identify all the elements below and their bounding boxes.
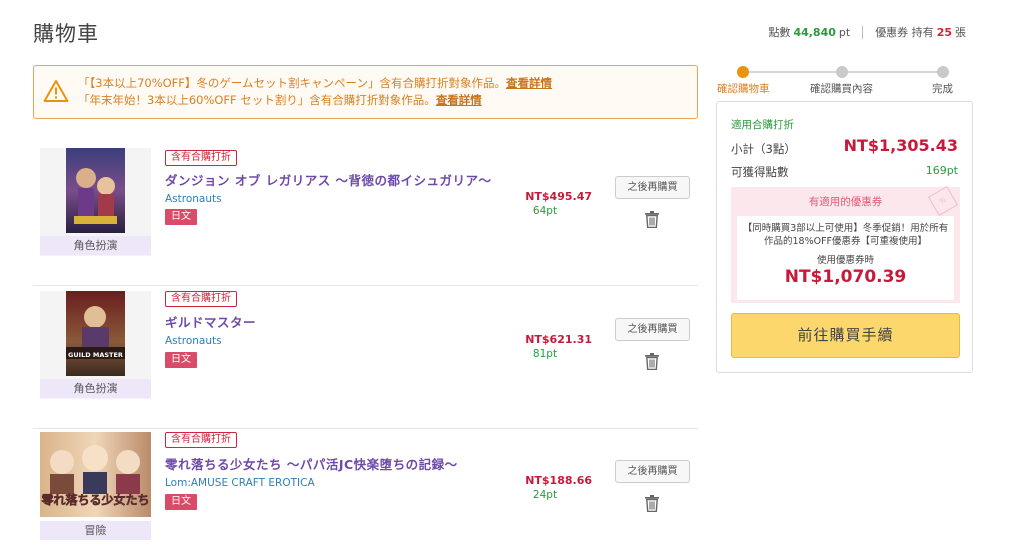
subtotal-value: NT$1,305.43: [843, 136, 958, 155]
step-label-confirm: 確認購買內容: [810, 83, 873, 95]
product-cover-image[interactable]: GUILD MASTER: [66, 291, 125, 376]
coupon-box: 有適用的優惠券 % 【同時購買3部以上可使用】冬季促銷！用於所有作品的18%OF…: [731, 185, 960, 303]
language-badge: 日文: [165, 352, 197, 368]
step-label-complete: 完成: [932, 83, 953, 95]
points-unit: pt: [838, 25, 851, 39]
buy-later-button[interactable]: 之後再購買: [615, 176, 690, 199]
alert-line: 「年末年始！3本以上60%OFF セット割り」含有合購打折對象作品。查看詳情: [78, 92, 552, 109]
cart-item: GUILD MASTER 角色扮演 含有合購打折 ギルドマスター Astrona…: [33, 291, 698, 429]
order-summary: 適用合購打折 小計（3點） NT$1,305.43 可獲得點數 169pt 有適…: [716, 101, 973, 373]
product-price: NT$495.47: [525, 190, 592, 203]
bundle-discount-badge: 含有合購打折: [165, 432, 237, 448]
earn-points-label: 可獲得點數: [731, 165, 789, 179]
item-divider: [33, 285, 698, 286]
language-badge: 日文: [165, 494, 197, 510]
bundle-discount-applied: 適用合購打折: [731, 119, 794, 131]
coupon-title: 有適用的優惠券: [808, 196, 883, 208]
coupon-unit: 張: [955, 26, 966, 39]
trash-icon[interactable]: [644, 211, 660, 228]
coupon-description: 【同時購買3部以上可使用】冬季促銷！用於所有作品的18%OFF優惠券【可重複使用…: [742, 223, 949, 247]
product-points: 64pt: [532, 205, 558, 217]
earn-points-value: 169pt: [925, 164, 958, 177]
genre-tag[interactable]: 冒險: [40, 521, 151, 540]
coupon-count: 25: [936, 25, 952, 39]
genre-tag[interactable]: 角色扮演: [40, 379, 151, 398]
product-maker[interactable]: Astronauts: [165, 335, 222, 347]
product-title[interactable]: ギルドマスター: [165, 312, 256, 331]
step-dot: [836, 66, 848, 78]
step-dot: [937, 66, 949, 78]
item-divider: [33, 428, 698, 429]
bundle-discount-badge: 含有合購打折: [165, 291, 237, 307]
alert-line: 「【3本以上70%OFF】冬のゲームセット割キャンペーン」含有合購打折對象作品。…: [78, 75, 552, 92]
campaign-alert: 「【3本以上70%OFF】冬のゲームセット割キャンペーン」含有合購打折對象作品。…: [33, 65, 698, 119]
coupon-stamp-icon: %: [927, 185, 959, 217]
product-price: NT$621.31: [525, 333, 592, 346]
step-label-cart: 確認購物車: [717, 83, 770, 95]
bundle-discount-badge: 含有合購打折: [165, 150, 237, 166]
alert-detail-link[interactable]: 查看詳情: [506, 76, 552, 90]
cart-item: 零れ落ちる少女たち 冒險 含有合購打折 零れ落ちる少女たち ～パパ活JC快楽堕ち…: [33, 432, 698, 555]
product-maker[interactable]: Lom:AMUSE CRAFT EROTICA: [165, 477, 315, 489]
alert-text: 「【3本以上70%OFF】冬のゲームセット割キャンペーン」含有合購打折對象作品。…: [78, 75, 552, 109]
points-label: 點數: [768, 26, 791, 39]
buy-later-button[interactable]: 之後再購買: [615, 460, 690, 483]
product-cover-image[interactable]: [66, 148, 125, 233]
coupon-use-label: 使用優惠券時: [816, 255, 874, 266]
step-dot-active: [737, 66, 749, 78]
buy-later-button[interactable]: 之後再購買: [615, 318, 690, 341]
page-title: 購物車: [33, 22, 99, 46]
product-thumbnail-frame: 零れ落ちる少女たち: [40, 432, 151, 517]
language-badge: 日文: [165, 209, 197, 225]
subtotal-label: 小計（3點）: [731, 142, 796, 156]
coupon-price: NT$1,070.39: [784, 267, 907, 287]
trash-icon[interactable]: [644, 495, 660, 512]
product-cover-image[interactable]: 零れ落ちる少女たち: [40, 432, 151, 517]
product-points: 24pt: [532, 489, 558, 501]
checkout-steps: 確認購物車 確認購買內容 完成: [716, 65, 973, 95]
points-value: 44,840: [793, 25, 836, 39]
warning-icon: [43, 80, 69, 102]
product-maker[interactable]: Astronauts: [165, 193, 222, 205]
cover-logo-text: 零れ落ちる少女たち: [40, 492, 149, 507]
coupon-card: 【同時購買3部以上可使用】冬季促銷！用於所有作品的18%OFF優惠券【可重複使用…: [737, 216, 954, 300]
product-price: NT$188.66: [525, 474, 592, 487]
header-divider: [862, 25, 864, 39]
checkout-button[interactable]: 前往購買手續: [731, 313, 960, 358]
genre-tag[interactable]: 角色扮演: [40, 236, 151, 255]
alert-line-text: 「【3本以上70%OFF】冬のゲームセット割キャンペーン」含有合購打折對象作品。: [78, 76, 506, 90]
header-stats: 點數 44,840 pt 優惠券 持有 25 張: [768, 24, 966, 40]
cover-logo-text: GUILD MASTER: [68, 351, 123, 359]
product-title[interactable]: 零れ落ちる少女たち ～パパ活JC快楽堕ちの記録～: [165, 454, 458, 473]
alert-line-text: 「年末年始！3本以上60%OFF セット割り」含有合購打折對象作品。: [78, 93, 436, 107]
product-points: 81pt: [532, 348, 558, 360]
product-title[interactable]: ダンジョン オブ レガリアス ～背徳の都イシュガリア～: [165, 170, 492, 189]
cart-item: 角色扮演 含有合購打折 ダンジョン オブ レガリアス ～背徳の都イシュガリア～ …: [33, 148, 698, 286]
trash-icon[interactable]: [644, 353, 660, 370]
coupon-label: 優惠券 持有: [875, 26, 934, 39]
alert-detail-link[interactable]: 查看詳情: [436, 93, 482, 107]
